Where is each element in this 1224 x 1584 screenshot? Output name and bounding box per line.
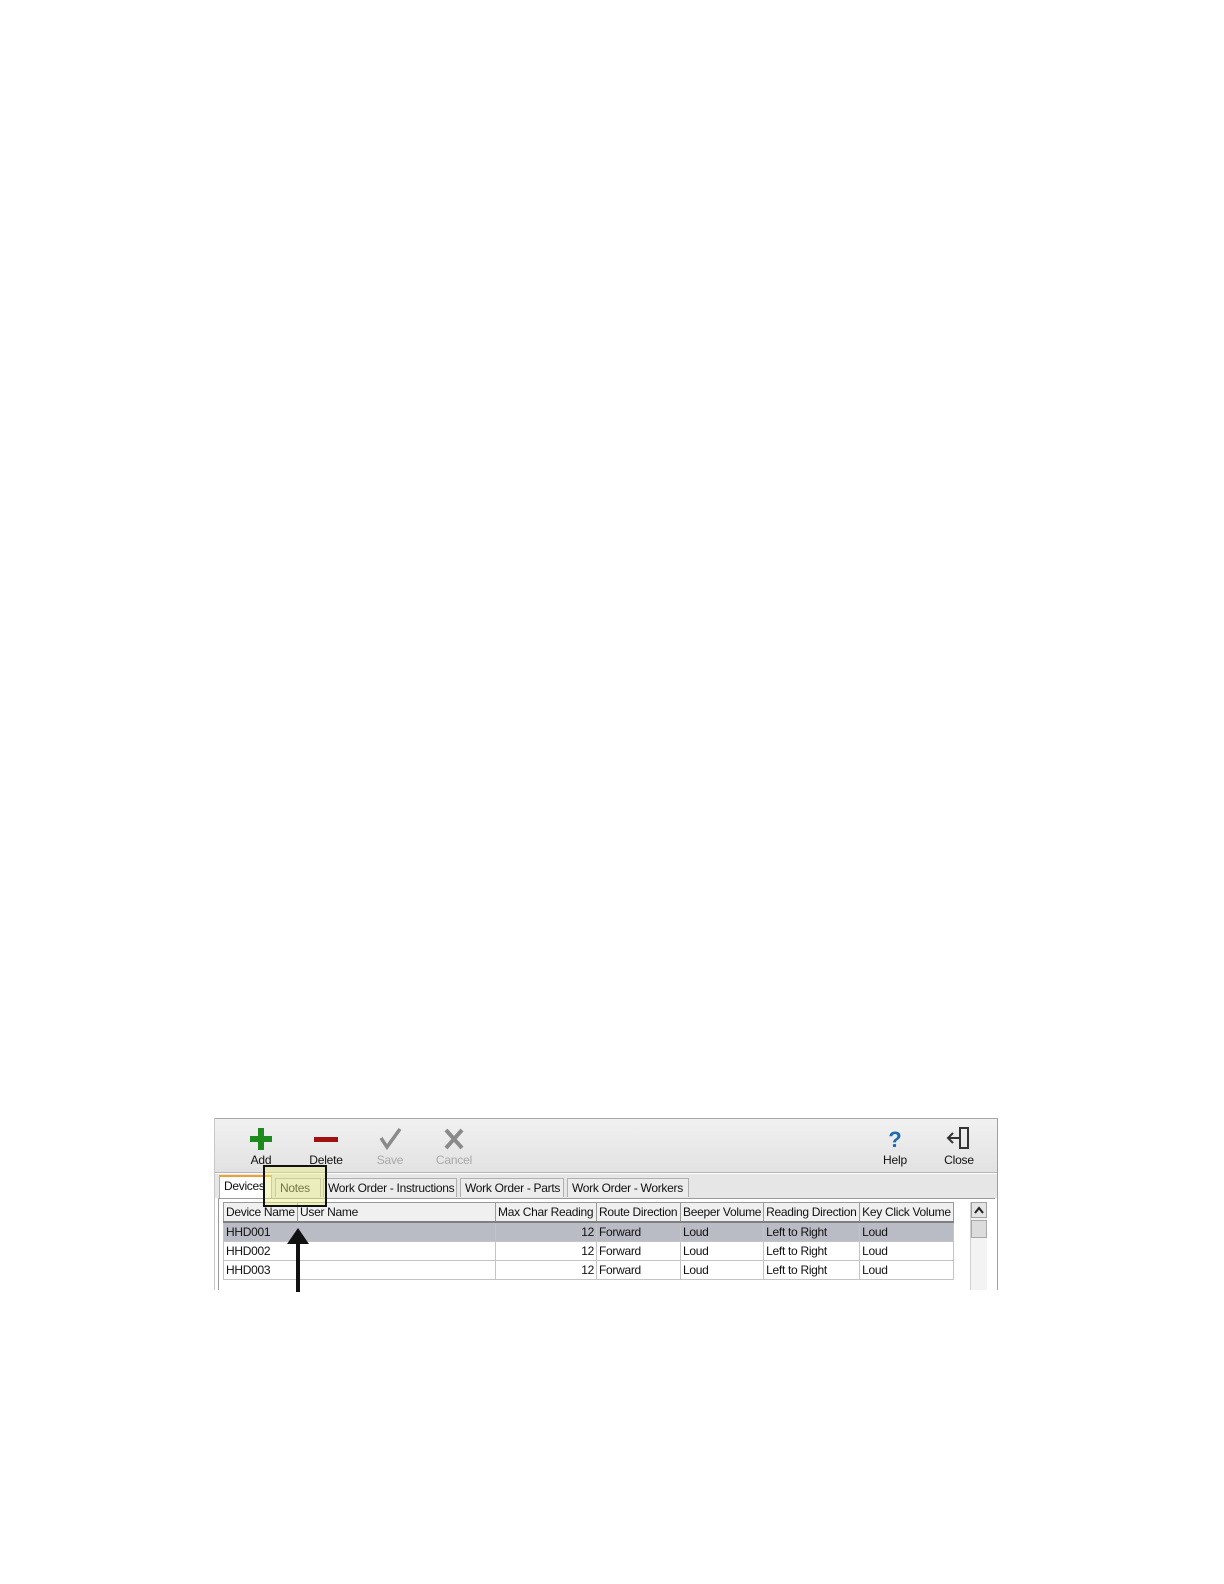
cell-user-name[interactable] xyxy=(297,1241,496,1261)
cell-beeper-volume[interactable]: Loud xyxy=(679,1241,765,1261)
column-header-beeper-volume[interactable]: Beeper Volume xyxy=(679,1202,765,1223)
devices-window: Add Delete Save Cancel ? Help Close Devi… xyxy=(214,1118,998,1290)
help-icon: ? xyxy=(863,1125,927,1153)
scroll-up-button[interactable] xyxy=(971,1202,987,1218)
scroll-thumb[interactable] xyxy=(971,1220,987,1238)
save-button[interactable]: Save xyxy=(358,1125,422,1171)
cell-max-char-reading[interactable]: 12 xyxy=(495,1221,597,1242)
exit-door-icon xyxy=(927,1125,991,1153)
close-button[interactable]: Close xyxy=(927,1125,991,1171)
column-header-max-char-reading[interactable]: Max Char Reading xyxy=(495,1202,597,1223)
check-icon xyxy=(358,1125,422,1153)
cell-route-direction[interactable]: Forward xyxy=(596,1260,681,1280)
column-header-reading-direction[interactable]: Reading Direction xyxy=(763,1202,861,1223)
cell-beeper-volume[interactable]: Loud xyxy=(679,1260,765,1280)
tab-work-order-workers[interactable]: Work Order - Workers xyxy=(567,1178,689,1197)
save-button-label: Save xyxy=(376,1153,404,1167)
table-row[interactable]: HHD002 12 Forward Loud Left to Right Lou… xyxy=(223,1241,954,1261)
column-header-user-name[interactable]: User Name xyxy=(297,1202,496,1223)
column-header-key-click-volume[interactable]: Key Click Volume xyxy=(859,1202,954,1223)
tab-work-order-parts[interactable]: Work Order - Parts xyxy=(460,1178,564,1197)
cell-key-click-volume[interactable]: Loud xyxy=(859,1241,954,1261)
cell-key-click-volume[interactable]: Loud xyxy=(859,1221,954,1242)
cell-user-name[interactable] xyxy=(297,1221,496,1242)
cell-max-char-reading[interactable]: 12 xyxy=(495,1260,597,1280)
plus-icon xyxy=(229,1125,293,1153)
tab-work-order-instructions[interactable]: Work Order - Instructions xyxy=(323,1178,457,1197)
cell-reading-direction[interactable]: Left to Right xyxy=(763,1241,861,1261)
arrow-up-icon xyxy=(287,1228,309,1292)
minus-icon xyxy=(294,1125,358,1153)
column-header-route-direction[interactable]: Route Direction xyxy=(596,1202,681,1223)
table-row[interactable]: HHD001 12 Forward Loud Left to Right Lou… xyxy=(223,1221,954,1242)
x-icon xyxy=(422,1125,486,1153)
help-button-label: Help xyxy=(883,1153,907,1167)
cell-user-name[interactable] xyxy=(297,1260,496,1280)
cell-reading-direction[interactable]: Left to Right xyxy=(763,1260,861,1280)
cancel-button-label: Cancel xyxy=(435,1153,473,1167)
cell-beeper-volume[interactable]: Loud xyxy=(679,1221,765,1242)
cancel-button[interactable]: Cancel xyxy=(422,1125,486,1171)
close-button-label: Close xyxy=(944,1153,974,1167)
cell-key-click-volume[interactable]: Loud xyxy=(859,1260,954,1280)
cell-max-char-reading[interactable]: 12 xyxy=(495,1241,597,1261)
cell-route-direction[interactable]: Forward xyxy=(596,1221,681,1242)
notes-tab-highlight xyxy=(263,1165,327,1207)
toolbar: Add Delete Save Cancel ? Help Close xyxy=(215,1118,997,1173)
grid-header-row: Device Name User Name Max Char Reading R… xyxy=(223,1202,954,1223)
chevron-up-icon xyxy=(974,1206,984,1214)
devices-grid: Device Name User Name Max Char Reading R… xyxy=(223,1202,954,1280)
help-button[interactable]: ? Help xyxy=(863,1125,927,1171)
cell-route-direction[interactable]: Forward xyxy=(596,1241,681,1261)
devices-grid-area: Device Name User Name Max Char Reading R… xyxy=(218,1198,995,1290)
table-row[interactable]: HHD003 12 Forward Loud Left to Right Lou… xyxy=(223,1260,954,1280)
tab-strip: Devices Notes Work Order - Instructions … xyxy=(215,1174,997,1198)
svg-text:?: ? xyxy=(888,1127,901,1152)
cell-reading-direction[interactable]: Left to Right xyxy=(763,1221,861,1242)
vertical-scrollbar[interactable] xyxy=(970,1202,987,1290)
